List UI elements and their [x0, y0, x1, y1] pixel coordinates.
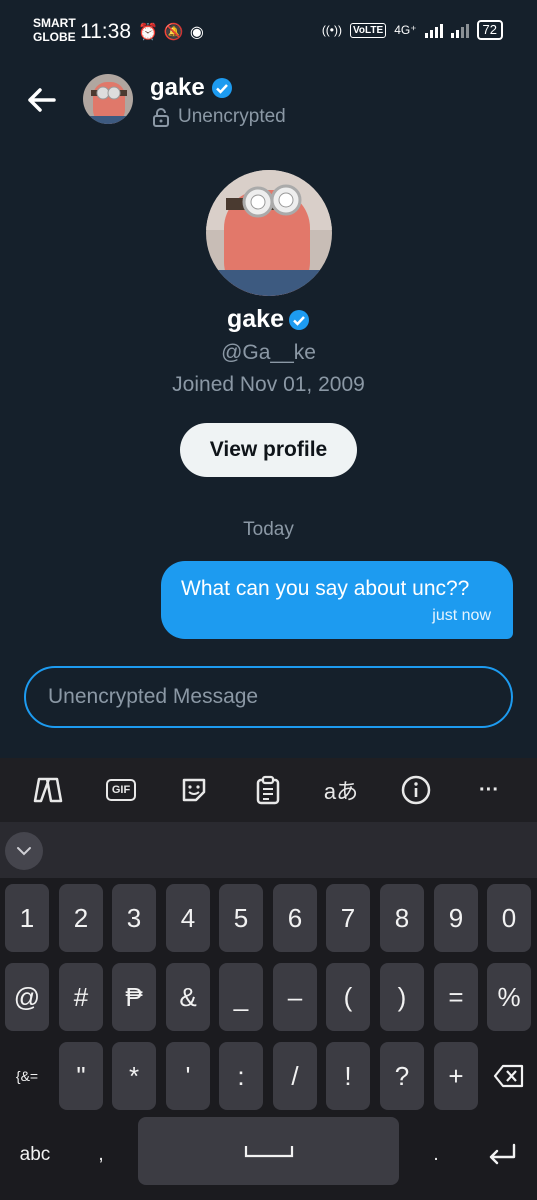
key-8[interactable]: 8: [380, 884, 424, 952]
profile-name-text: gake: [227, 305, 284, 333]
translate-icon[interactable]: aあ: [321, 770, 361, 810]
abc-key[interactable]: abc: [5, 1121, 65, 1189]
translate-label: aあ: [323, 779, 359, 804]
key-close-paren[interactable]: ): [380, 963, 424, 1031]
verified-badge-icon: [288, 309, 309, 330]
back-arrow-icon[interactable]: [24, 84, 60, 116]
messenger-icon: ◉: [189, 24, 204, 41]
unlock-icon: [153, 108, 169, 127]
network-type: 4G⁺: [394, 23, 417, 37]
mute-icon: 🔕: [163, 24, 184, 41]
key-dash[interactable]: –: [273, 963, 317, 1031]
alarm-icon: ⏰: [138, 24, 158, 41]
collapse-keyboard-button[interactable]: [5, 832, 43, 870]
sticker-icon[interactable]: [174, 770, 214, 810]
period-key[interactable]: .: [409, 1121, 463, 1189]
header-name-text: gake: [150, 74, 205, 101]
key-3[interactable]: 3: [112, 884, 156, 952]
key-6[interactable]: 6: [273, 884, 317, 952]
key-5[interactable]: 5: [219, 884, 263, 952]
signal-strength-2-icon: [450, 22, 469, 38]
clipboard-icon[interactable]: [248, 770, 288, 810]
key-slash[interactable]: /: [273, 1042, 317, 1110]
message-bubble[interactable]: What can you say about unc?? just now: [161, 561, 513, 639]
gif-label: GIF: [105, 779, 137, 801]
notification-icons: ⏰ 🔕 ◉: [138, 22, 204, 42]
backspace-icon: [493, 1064, 524, 1088]
signal-strength-icon: [424, 22, 443, 38]
key-asterisk[interactable]: *: [112, 1042, 156, 1110]
key-9[interactable]: 9: [434, 884, 478, 952]
key-exclamation[interactable]: !: [326, 1042, 370, 1110]
key-colon[interactable]: :: [219, 1042, 263, 1110]
keyboard-toolbar: GIF aあ ···: [0, 758, 537, 822]
hotspot-icon: ((•)): [321, 23, 342, 37]
key-open-paren[interactable]: (: [326, 963, 370, 1031]
encryption-status: Unencrypted: [152, 106, 286, 128]
key-plus[interactable]: +: [434, 1042, 478, 1110]
profile-joined-date: Joined Nov 01, 2009: [172, 373, 365, 396]
key-4[interactable]: 4: [166, 884, 210, 952]
volte-badge: VoLTE: [350, 22, 387, 38]
copilot-icon[interactable]: [28, 770, 68, 810]
avatar[interactable]: [83, 74, 133, 124]
more-icon[interactable]: ···: [469, 770, 509, 810]
suggestion-strip: [0, 822, 537, 878]
day-divider: Today: [243, 519, 294, 540]
carrier-label: SMART GLOBE: [33, 16, 76, 44]
battery-icon: 72: [476, 20, 503, 40]
more-label: ···: [479, 778, 499, 801]
status-bar: SMART GLOBE 11:38 ⏰ 🔕 ◉ ((•)) VoLTE 4G⁺ …: [0, 0, 537, 60]
key-at[interactable]: @: [5, 963, 49, 1031]
message-input[interactable]: [48, 682, 488, 712]
encryption-status-text: Unencrypted: [178, 106, 286, 127]
message-composer[interactable]: [24, 666, 513, 728]
verified-badge-icon: [211, 78, 232, 98]
message-timestamp: just now: [432, 607, 491, 624]
backspace-key[interactable]: [487, 1042, 531, 1110]
key-hash[interactable]: #: [59, 963, 103, 1031]
chevron-down-icon: [17, 847, 31, 856]
keyboard: 1 2 3 4 5 6 7 8 9 0 @ # ₱ & _ – ( ) = % …: [0, 878, 537, 1200]
key-peso[interactable]: ₱: [112, 963, 156, 1031]
key-equals[interactable]: =: [434, 963, 478, 1031]
info-icon[interactable]: [396, 770, 436, 810]
clock: 11:38: [80, 20, 131, 43]
message-text: What can you say about unc??: [181, 577, 470, 600]
symbols-page-key[interactable]: {&=: [5, 1042, 49, 1110]
key-single-quote[interactable]: ': [166, 1042, 210, 1110]
key-7[interactable]: 7: [326, 884, 370, 952]
key-question[interactable]: ?: [380, 1042, 424, 1110]
key-1[interactable]: 1: [5, 884, 49, 952]
key-percent[interactable]: %: [487, 963, 531, 1031]
key-2[interactable]: 2: [59, 884, 103, 952]
space-key[interactable]: [138, 1117, 399, 1185]
enter-key[interactable]: [472, 1121, 532, 1189]
conversation-header: gake Unencrypted: [0, 70, 537, 130]
enter-icon: [489, 1143, 516, 1165]
key-underscore[interactable]: _: [219, 963, 263, 1031]
view-profile-button[interactable]: View profile: [180, 423, 357, 477]
key-ampersand[interactable]: &: [166, 963, 210, 1031]
gif-icon[interactable]: GIF: [101, 770, 141, 810]
profile-handle: @Ga__ke: [221, 341, 316, 364]
header-name[interactable]: gake: [150, 74, 233, 102]
system-icons: ((•)) VoLTE 4G⁺ 72: [322, 20, 503, 40]
space-bar-icon: [244, 1146, 293, 1158]
profile-name: gake: [0, 305, 537, 334]
comma-key[interactable]: ,: [74, 1121, 128, 1189]
carrier-line-2: GLOBE: [33, 30, 76, 44]
carrier-line-1: SMART: [33, 16, 76, 30]
profile-avatar[interactable]: [206, 170, 332, 296]
key-double-quote[interactable]: ": [59, 1042, 103, 1110]
key-0[interactable]: 0: [487, 884, 531, 952]
